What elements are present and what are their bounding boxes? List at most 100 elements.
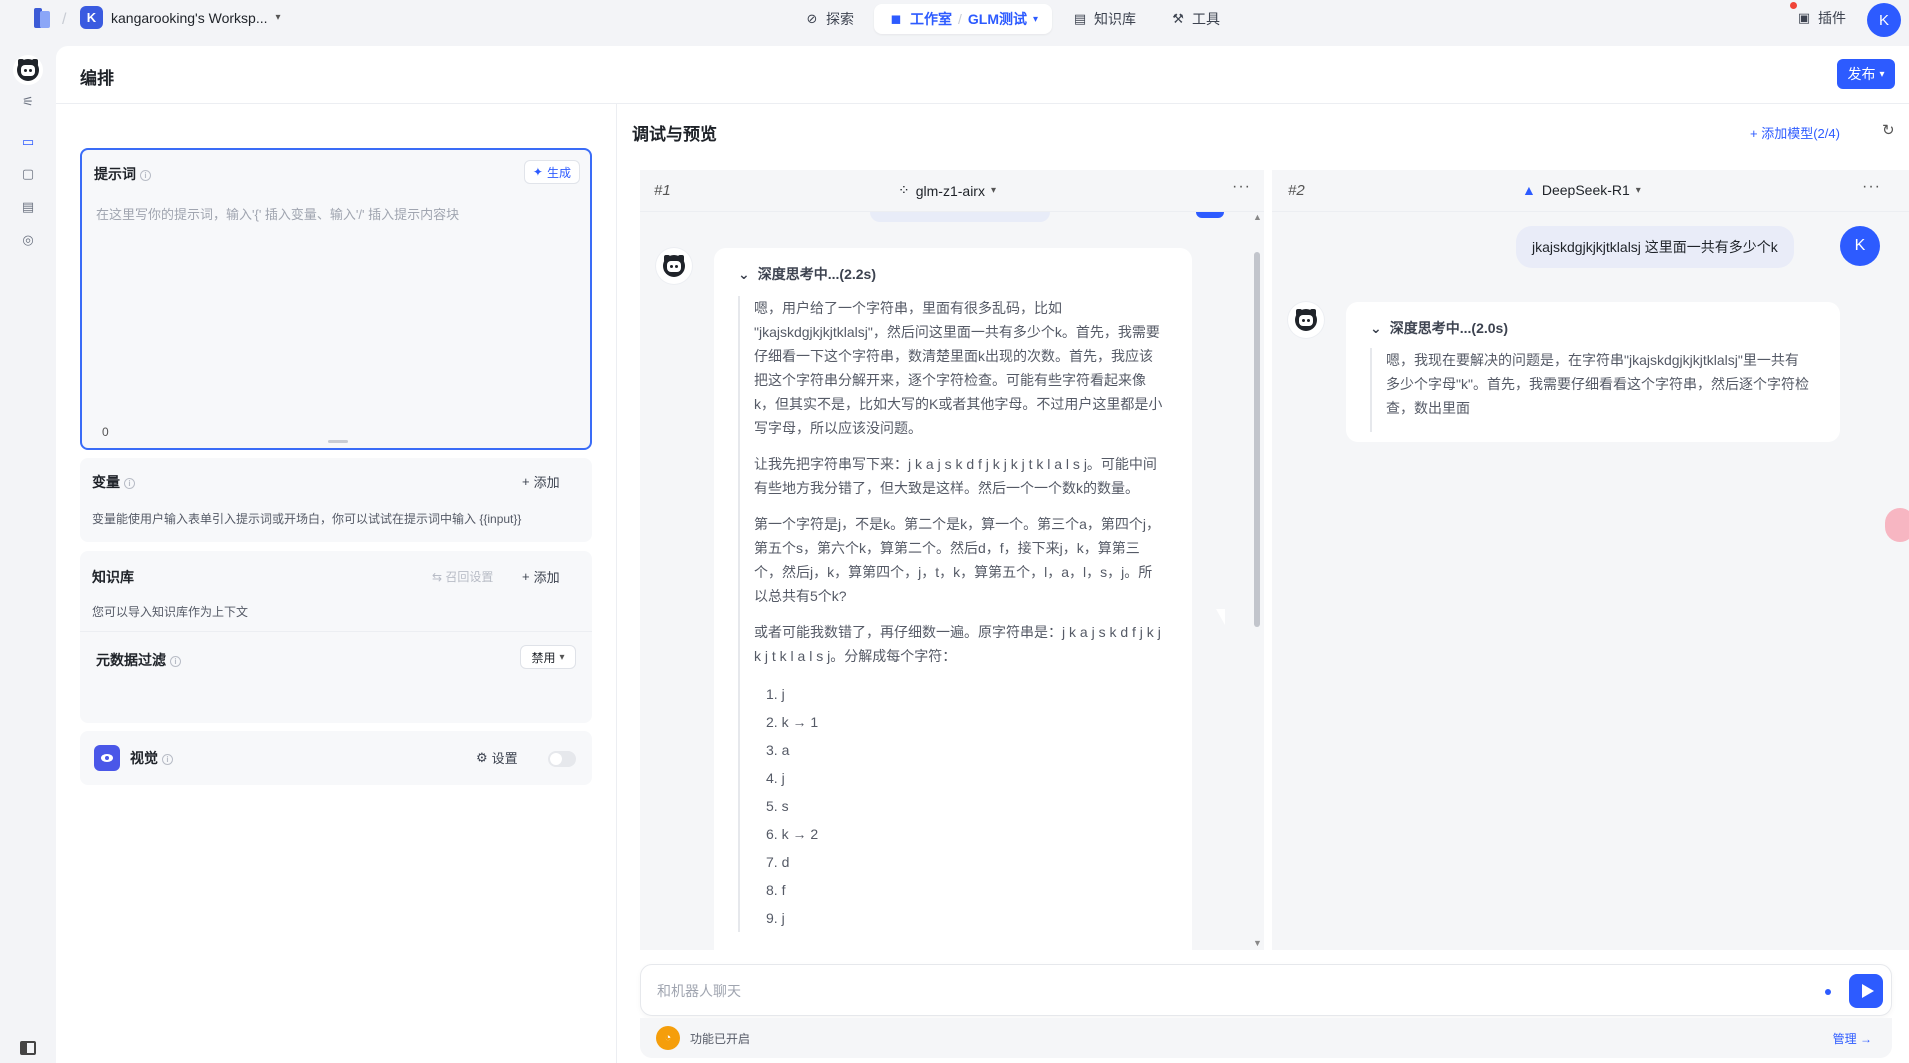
workspace-name: kangarooking's Worksp... (111, 9, 268, 26)
thinking-title: 深度思考中...(2.2s) (757, 266, 876, 282)
nav-studio[interactable]: ◼ 工作室 / GLM测试 ▾ (874, 4, 1053, 34)
workspace-avatar: K (80, 6, 103, 29)
app-bot-avatar[interactable] (13, 55, 43, 85)
variables-section: 变量 i + 添加 变量能使用户输入表单引入提示词或开场白，你可以试试在提示词中输入… (80, 458, 592, 542)
manage-link[interactable]: 管理 → (1833, 1030, 1872, 1047)
variables-description: 变量能使用户输入表单引入提示词或开场白，你可以试试在提示词中输入 {{input… (92, 512, 522, 526)
metadata-filter-select[interactable]: 禁用 ▾ (520, 645, 576, 669)
chat-input[interactable]: 和机器人聊天 (640, 964, 1892, 1016)
list-item: 8. f (766, 882, 786, 898)
char-list: 1. j 2. k → 1 3. a 4. j 5. s 6. k → 2 7.… (766, 680, 1164, 932)
terminal-icon[interactable]: ▢ (18, 164, 38, 184)
nav-knowledge-label: 知识库 (1094, 11, 1137, 27)
thinking-toggle[interactable]: ⌄ 深度思考中...(2.2s) (738, 264, 876, 284)
side-floating-button[interactable] (1885, 508, 1909, 542)
logs-icon[interactable]: ▤ (18, 197, 38, 217)
left-rail: ⚟ ▭ ▢ ▤ ◎ (0, 46, 56, 1063)
feature-icon: ◔ (656, 1026, 680, 1050)
plugin-button[interactable]: ▣ 插件 (1790, 2, 1846, 28)
add-model-button[interactable]: + 添加模型(2/4) (1750, 123, 1840, 142)
chevron-down-icon: ▾ (275, 12, 281, 23)
bot-icon (17, 59, 39, 81)
monitor-icon[interactable]: ◎ (18, 230, 38, 250)
scroll-down-icon[interactable]: ▼ (1253, 938, 1262, 948)
thinking-paragraph: 嗯，我现在要解决的问题是，在字符串"jkajskdgjkjkjtklalsj"里… (1386, 352, 1809, 416)
more-icon[interactable]: ··· (1862, 178, 1881, 196)
top-bar: / K kangarooking's Worksp... ▾ ⊘ 探索 ◼ 工作… (0, 0, 1909, 46)
publish-button[interactable]: 发布 ▾ (1837, 59, 1895, 89)
thinking-paragraph: 或者可能我数错了，再仔细数一遍。原字符串是：j k a j s k d f j … (754, 624, 1161, 664)
add-variable-button[interactable]: + 添加 (522, 472, 560, 491)
vision-title: 视觉 i (130, 748, 173, 768)
vision-toggle[interactable] (548, 751, 576, 767)
model-icon: ⁘ (898, 182, 910, 198)
knowledge-description: 您可以导入知识库作为上下文 (92, 605, 249, 619)
scrollbar[interactable]: ▲ ▼ (1252, 212, 1262, 952)
bot-avatar (656, 248, 692, 284)
pane-number: #1 (654, 182, 671, 199)
thinking-paragraph: 第一个字符是j，不是k。第二个是k，算一个。第三个a，第四个j，第五个s，第六个… (754, 516, 1161, 604)
nav-app-name[interactable]: GLM测试 (968, 9, 1027, 29)
header-divider (56, 103, 1909, 104)
nav-explore-label: 探索 (826, 11, 854, 27)
vision-settings-label: 设置 (491, 751, 518, 766)
refresh-icon[interactable]: ↻ (1882, 121, 1895, 139)
info-icon: i (140, 169, 151, 181)
chevron-down-icon: ⌄ (1370, 319, 1382, 336)
feature-status: 功能已开启 (690, 1032, 751, 1046)
pane-header: #1 ⁘ glm-z1-airx ▾ ··· (640, 170, 1264, 212)
more-icon[interactable]: ··· (1232, 178, 1251, 196)
add-model-label: 添加模型(2/4) (1761, 126, 1840, 141)
bot-message: ⌄ 深度思考中...(2.0s) 嗯，我现在要解决的问题是，在字符串"jkajs… (1346, 302, 1840, 442)
vision-section: 视觉 i ⚙ 设置 (80, 731, 592, 785)
pane-header: #2 ▲ DeepSeek-R1 ▾ ··· (1272, 170, 1909, 212)
scroll-thumb[interactable] (1254, 252, 1260, 627)
nav-studio-label: 工作室 (910, 11, 952, 27)
list-item: 7. d (766, 854, 790, 870)
bot-icon (1295, 309, 1317, 331)
vision-settings-button[interactable]: ⚙ 设置 (476, 748, 518, 767)
eye-icon (94, 745, 120, 771)
gear-icon: ⚙ (476, 749, 488, 765)
recall-settings-button[interactable]: ⇆ 召回设置 (432, 568, 493, 585)
model-selector[interactable]: ▲ DeepSeek-R1 ▾ (1522, 182, 1641, 198)
orchestrate-icon[interactable]: ▭ (18, 132, 38, 152)
model-pane-2: #2 ▲ DeepSeek-R1 ▾ ··· jkajskdgjkjkjtkla… (1272, 170, 1909, 950)
nav-knowledge[interactable]: ▤ 知识库 (1058, 4, 1150, 34)
thinking-toggle[interactable]: ⌄ 深度思考中...(2.0s) (1370, 318, 1508, 338)
bot-message: ⌄ 深度思考中...(2.2s) 嗯，用户给了一个字符串，里面有很多乱码，比如 … (714, 248, 1192, 960)
user-message: jkajskdgjkjkjtklalsj 这里面一共有多少个k (1516, 226, 1794, 268)
settings-sliders-icon[interactable]: ⚟ (18, 92, 38, 112)
chat-placeholder[interactable]: 和机器人聊天 (657, 981, 741, 1001)
scroll-up-icon[interactable]: ▲ (1253, 212, 1262, 222)
nav-tools[interactable]: ⚒ 工具 (1156, 4, 1234, 34)
info-icon: i (124, 477, 135, 489)
user-avatar[interactable]: K (1867, 3, 1901, 37)
info-icon: i (170, 655, 181, 667)
nav-tools-label: 工具 (1192, 11, 1221, 27)
chevron-down-icon: ▾ (1879, 68, 1885, 80)
thinking-paragraph: 让我先把字符串写下来：j k a j s k d f j k j k j t k… (754, 456, 1157, 496)
sidebar-toggle-icon[interactable] (20, 1041, 36, 1055)
pane-number: #2 (1288, 182, 1305, 199)
status-dot (1825, 989, 1831, 995)
feature-bar: ◔ 功能已开启 管理 → (640, 1018, 1892, 1058)
add-knowledge-button[interactable]: + 添加 (522, 567, 560, 586)
robot-icon: ◼ (890, 11, 902, 26)
metadata-filter-title: 元数据过滤 i (96, 650, 181, 670)
generate-label: 生成 (546, 165, 571, 180)
model-selector[interactable]: ⁘ glm-z1-airx ▾ (898, 182, 996, 199)
workspace-switcher[interactable]: K kangarooking's Worksp... ▾ (80, 6, 281, 29)
nav-explore[interactable]: ⊘ 探索 (790, 4, 868, 34)
list-item: 1. j (766, 686, 785, 702)
thinking-paragraph: 嗯，用户给了一个字符串，里面有很多乱码，比如 "jkajskdgjkjkjtkl… (754, 300, 1163, 436)
list-item: 4. j (766, 770, 785, 786)
app-logo[interactable] (34, 8, 52, 28)
prompt-editor[interactable]: 提示词 i ✦ 生成 在这里写你的提示词，输入'{' 插入变量、输入'/' 插入提… (80, 148, 592, 450)
prompt-placeholder[interactable]: 在这里写你的提示词，输入'{' 插入变量、输入'/' 插入提示内容块 (96, 204, 459, 223)
send-button[interactable] (1849, 974, 1883, 1008)
generate-button[interactable]: ✦ 生成 (523, 160, 580, 184)
add-variable-label: 添加 (533, 475, 560, 490)
resize-handle[interactable] (328, 440, 348, 443)
model-pane-1: #1 ⁘ glm-z1-airx ▾ ··· ⌄ 深度思考中...(2.2s) … (640, 170, 1264, 960)
